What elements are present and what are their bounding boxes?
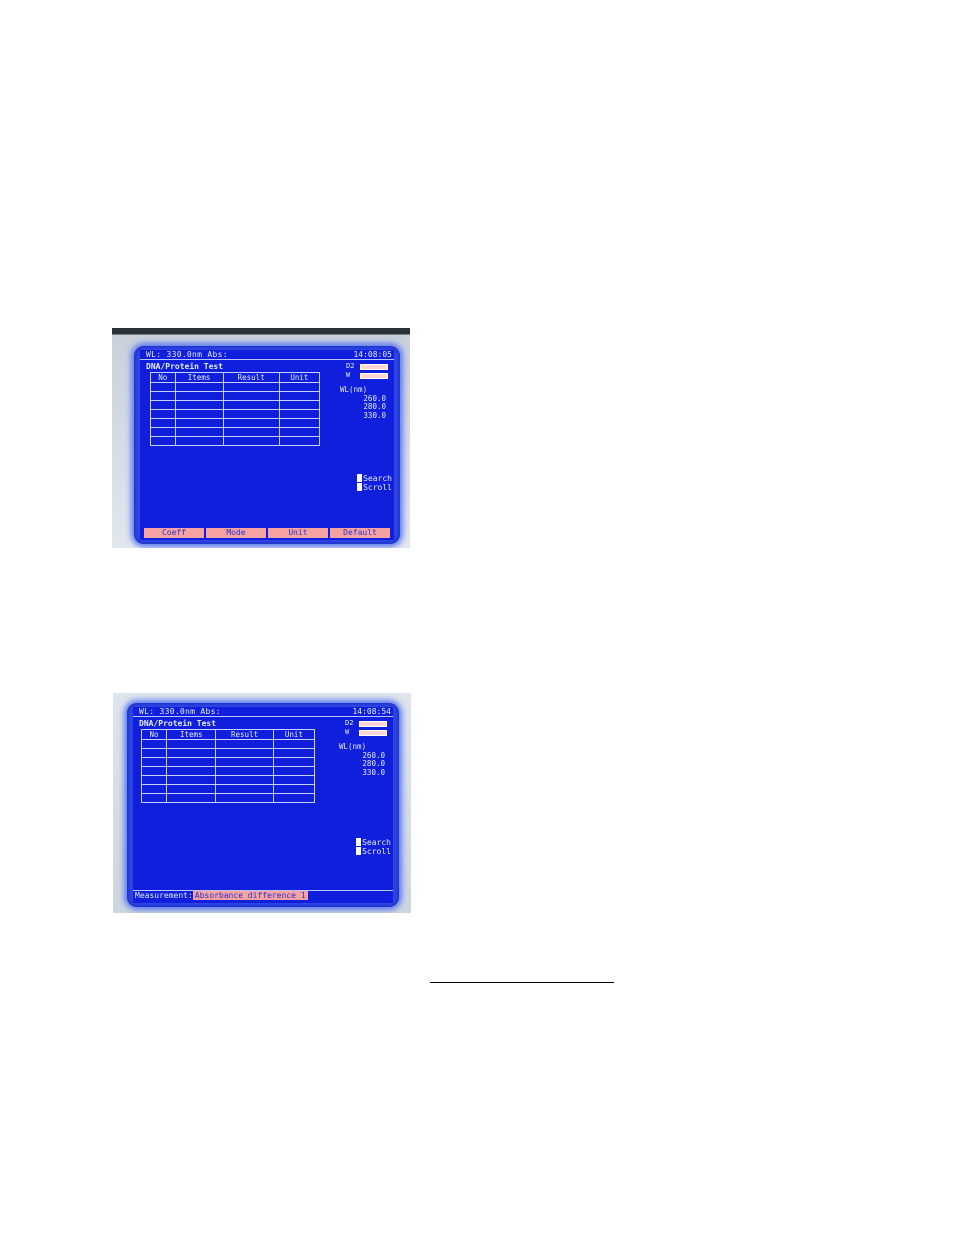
table-row[interactable] [150,400,321,410]
wavelength-value: 330.0 [362,767,385,777]
instrument-photo-1: WL: 330.0nm Abs: 14:08:05 DNA/Protein Te… [112,328,410,548]
softkey-bar: Coeff Mode Unit Default [140,528,394,538]
table-row[interactable] [140,757,316,767]
key-hints: Search Scroll [356,838,391,856]
lamp-label: D2 [345,719,354,727]
results-table: No Items Result Unit [150,372,321,446]
hint-label: Search [363,474,392,483]
test-title: DNA/Protein Test [146,362,224,371]
lamp-d2: D2 [346,362,390,371]
table-header-row: No Items Result Unit [150,372,321,383]
key-icon [357,483,363,491]
test-title: DNA/Protein Test [139,719,217,728]
table-row[interactable] [150,409,321,419]
lamp-label: W [345,728,350,736]
instrument-photo-2: WL: 330.0nm Abs: 14:08:54 DNA/Protein Te… [113,693,411,913]
lamp-indicators: D2 W [346,362,390,380]
clock: 14:08:54 [352,707,391,716]
table-row[interactable] [140,775,316,785]
column-header-result: Result [222,372,280,383]
measurement-value[interactable]: Absorbance difference 1 [192,891,308,900]
column-header-no: No [140,729,168,740]
hint-scroll[interactable]: Scroll [357,483,392,492]
clock: 14:08:05 [353,350,392,359]
lamp-bar [359,729,387,736]
wavelength-readout: WL: 330.0nm Abs: [146,350,228,359]
hint-label: Scroll [362,847,391,856]
status-bar: WL: 330.0nm Abs: 14:08:05 [140,350,394,360]
lamp-d2: D2 [345,719,389,728]
results-table: No Items Result Unit [140,729,316,803]
table-row[interactable] [140,739,316,749]
table-row[interactable] [150,436,321,446]
lamp-w: W [346,371,390,380]
measurement-label: Measurement: [135,891,193,900]
horizontal-rule [430,982,614,983]
softkey-coeff[interactable]: Coeff [144,528,204,538]
softkey-default[interactable]: Default [330,528,390,538]
softkey-unit[interactable]: Unit [268,528,328,538]
hint-search[interactable]: Search [356,838,391,847]
table-row[interactable] [150,418,321,428]
hint-scroll[interactable]: Scroll [356,847,391,856]
column-header-unit: Unit [272,729,316,740]
screen-bezel: WL: 330.0nm Abs: 14:08:54 DNA/Protein Te… [127,703,399,907]
table-row[interactable] [150,427,321,437]
lamp-w: W [345,728,389,737]
table-row[interactable] [150,391,321,401]
table-header-row: No Items Result Unit [140,729,316,740]
column-header-items: Items [174,372,224,383]
lamp-bar [359,720,387,727]
key-icon [356,838,362,846]
wavelength-readout: WL: 330.0nm Abs: [139,707,221,716]
table-row[interactable] [140,766,316,776]
key-icon [356,847,362,855]
key-hints: Search Scroll [357,474,392,492]
lamp-label: D2 [346,362,355,370]
lamp-label: W [346,371,351,379]
screen-bezel: WL: 330.0nm Abs: 14:08:05 DNA/Protein Te… [134,346,400,544]
lamp-bar [360,372,388,379]
lamp-indicators: D2 W [345,719,389,737]
softkey-mode[interactable]: Mode [206,528,266,538]
instrument-screen: WL: 330.0nm Abs: 14:08:54 DNA/Protein Te… [133,707,393,903]
hint-label: Scroll [363,483,392,492]
table-row[interactable] [140,793,316,803]
measurement-selector[interactable]: Measurement: Absorbance difference 1 [133,890,393,901]
status-bar: WL: 330.0nm Abs: 14:08:54 [133,707,393,717]
wavelength-list: WL(nm) 260.0 280.0 330.0 [340,385,386,420]
column-header-items: Items [166,729,217,740]
column-header-unit: Unit [278,372,321,383]
lamp-bar [360,363,388,370]
wavelength-value: 330.0 [363,410,386,420]
table-row[interactable] [140,748,316,758]
key-icon [357,474,363,482]
column-header-no: No [150,372,176,383]
column-header-result: Result [215,729,274,740]
hint-label: Search [362,838,391,847]
table-row[interactable] [140,784,316,794]
instrument-screen: WL: 330.0nm Abs: 14:08:05 DNA/Protein Te… [140,350,394,540]
table-row[interactable] [150,382,321,392]
hint-search[interactable]: Search [357,474,392,483]
wavelength-list: WL(nm) 260.0 280.0 330.0 [339,742,385,777]
